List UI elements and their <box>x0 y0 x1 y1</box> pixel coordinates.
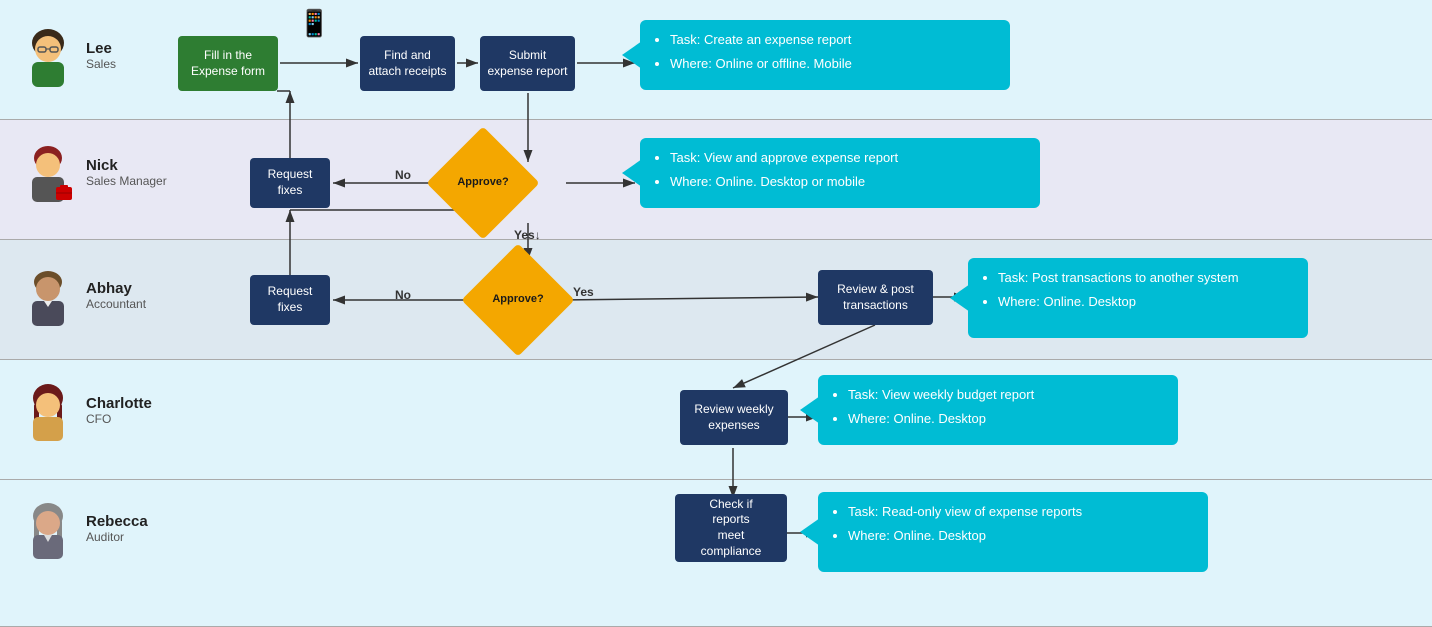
flow-box-request-fixes-nick[interactable]: Requestfixes <box>250 158 330 208</box>
label-yes-abhay: Yes <box>573 285 594 299</box>
callout-lee: Task: Create an expense report Where: On… <box>640 20 1010 90</box>
actor-info-nick: Nick Sales Manager <box>86 157 167 188</box>
avatar-charlotte <box>18 380 78 440</box>
actor-role-nick: Sales Manager <box>86 174 167 188</box>
flow-box-fill-expense[interactable]: Fill in the Expense form <box>178 36 278 91</box>
actor-nick: Nick Sales Manager <box>18 142 167 202</box>
actor-name-charlotte: Charlotte <box>86 395 152 412</box>
callout-rebecca: Task: Read-only view of expense reports … <box>818 492 1208 572</box>
actor-info-lee: Lee Sales <box>86 40 116 71</box>
avatar-abhay <box>18 265 78 325</box>
actor-lee: Lee Sales <box>18 25 116 85</box>
flow-box-find-receipts[interactable]: Find andattach receipts <box>360 36 455 91</box>
actor-name-lee: Lee <box>86 40 116 57</box>
label-yes-nick: Yes↓ <box>514 228 541 242</box>
actor-name-rebecca: Rebecca <box>86 513 148 530</box>
callout-nick: Task: View and approve expense report Wh… <box>640 138 1040 208</box>
actor-name-nick: Nick <box>86 157 167 174</box>
diagram: 📱 Fill in the Expense form Find andattac… <box>0 0 1432 627</box>
flow-box-review-post[interactable]: Review & posttransactions <box>818 270 933 325</box>
flow-box-check-compliance[interactable]: Check ifreportsmeetcompliance <box>675 494 787 562</box>
callout-charlotte: Task: View weekly budget report Where: O… <box>818 375 1178 445</box>
callout-abhay: Task: Post transactions to another syste… <box>968 258 1308 338</box>
actor-role-lee: Sales <box>86 57 116 71</box>
avatar-lee <box>18 25 78 85</box>
actor-info-rebecca: Rebecca Auditor <box>86 513 148 544</box>
actor-role-rebecca: Auditor <box>86 530 148 544</box>
actor-info-abhay: Abhay Accountant <box>86 280 146 311</box>
label-no-nick: No <box>395 168 411 182</box>
actor-abhay: Abhay Accountant <box>18 265 146 325</box>
diamond-approve-abhay: Approve? <box>478 260 558 340</box>
diamond-approve-nick: Approve? <box>443 143 523 223</box>
actor-role-abhay: Accountant <box>86 297 146 311</box>
actor-name-abhay: Abhay <box>86 280 146 297</box>
label-no-abhay: No <box>395 288 411 302</box>
actor-info-charlotte: Charlotte CFO <box>86 395 152 426</box>
flow-box-submit-report[interactable]: Submitexpense report <box>480 36 575 91</box>
mobile-icon: 📱 <box>298 8 330 39</box>
actor-rebecca: Rebecca Auditor <box>18 498 148 558</box>
avatar-rebecca <box>18 498 78 558</box>
actor-charlotte: Charlotte CFO <box>18 380 152 440</box>
flow-box-review-weekly[interactable]: Review weeklyexpenses <box>680 390 788 445</box>
flow-box-request-fixes-abhay[interactable]: Requestfixes <box>250 275 330 325</box>
actor-role-charlotte: CFO <box>86 412 152 426</box>
avatar-nick <box>18 142 78 202</box>
